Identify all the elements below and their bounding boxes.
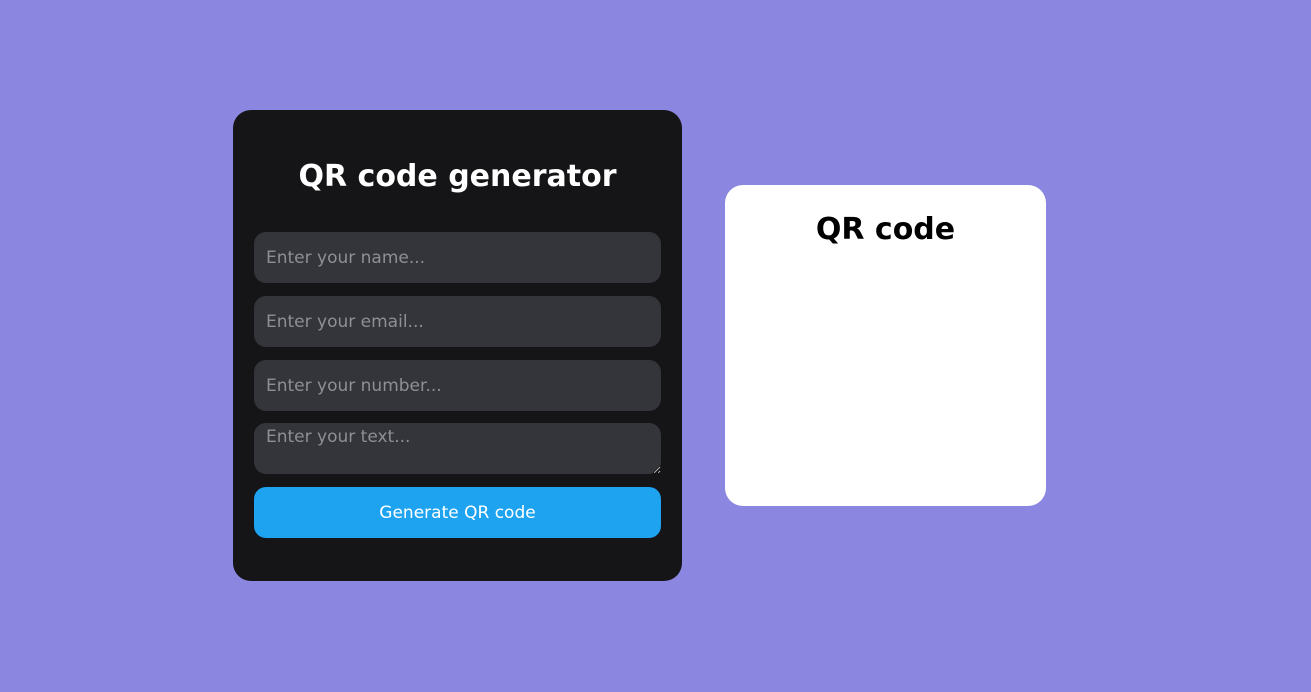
email-input[interactable]	[254, 296, 661, 347]
qr-code-output	[785, 267, 985, 467]
qr-card-title: QR code	[815, 212, 956, 247]
generator-title: QR code generator	[298, 159, 617, 194]
name-input[interactable]	[254, 232, 661, 283]
generate-qr-button[interactable]: Generate QR code	[254, 487, 661, 538]
page: QR code generator Generate QR code QR co…	[0, 0, 1311, 692]
number-input[interactable]	[254, 360, 661, 411]
qr-code-card: QR code	[725, 185, 1046, 506]
text-input[interactable]	[254, 423, 661, 474]
qr-generator-card: QR code generator Generate QR code	[233, 110, 682, 581]
